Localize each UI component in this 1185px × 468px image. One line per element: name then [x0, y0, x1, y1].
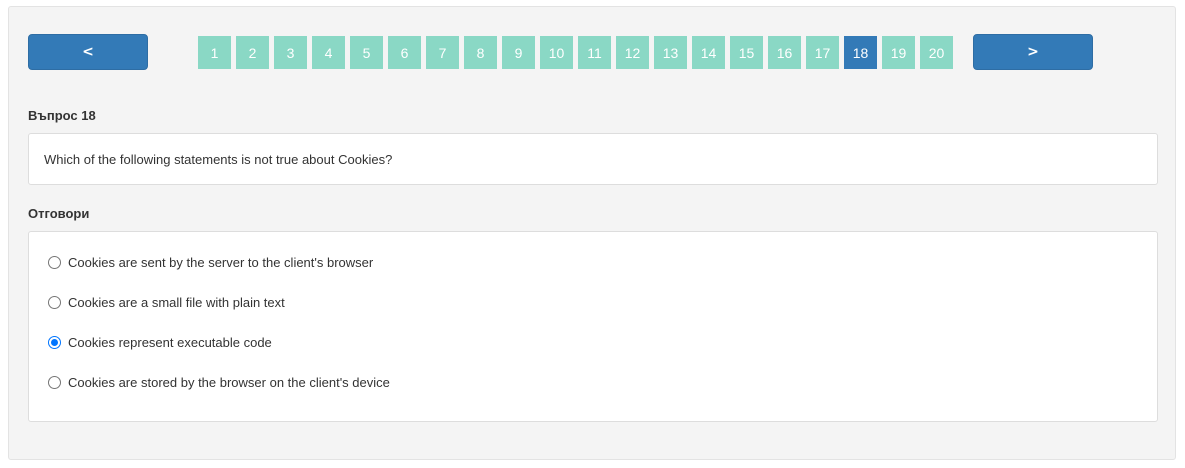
quiz-panel: < 1 2 3 4 5 6 7 8 9 10 11 12 13 14 15 16 17 18 19 20 > Въпр… — [8, 6, 1176, 460]
previous-question-button[interactable]: < — [28, 34, 148, 70]
page-button[interactable]: 14 — [692, 36, 725, 69]
page-button[interactable]: 17 — [806, 36, 839, 69]
radio-button[interactable] — [48, 255, 61, 269]
answer-label: Cookies are stored by the browser on the… — [68, 374, 390, 390]
page-button[interactable]: 8 — [464, 36, 497, 69]
page-button[interactable]: 19 — [882, 36, 915, 69]
question-text: Which of the following statements is not… — [44, 151, 393, 167]
page-button[interactable]: 12 — [616, 36, 649, 69]
answer-option[interactable]: Cookies are sent by the server to the cl… — [29, 251, 1157, 273]
page-button[interactable]: 1 — [198, 36, 231, 69]
answer-label: Cookies are sent by the server to the cl… — [68, 254, 374, 270]
question-card: Which of the following statements is not… — [28, 133, 1158, 185]
page-selector: 1 2 3 4 5 6 7 8 9 10 11 12 13 14 15 16 17 18 19 20 — [198, 36, 953, 69]
question-heading: Въпрос 18 — [28, 108, 96, 123]
page-button[interactable]: 11 — [578, 36, 611, 69]
page-button[interactable]: 3 — [274, 36, 307, 69]
answers-card: Cookies are sent by the server to the cl… — [28, 231, 1158, 422]
page-button[interactable]: 13 — [654, 36, 687, 69]
radio-button[interactable] — [48, 295, 61, 309]
radio-button[interactable] — [48, 375, 61, 389]
radio-selected[interactable] — [48, 335, 61, 349]
page-button[interactable]: 9 — [502, 36, 535, 69]
next-question-button[interactable]: > — [973, 34, 1093, 70]
answers-heading: Отговори — [28, 206, 90, 221]
question-navigation: < 1 2 3 4 5 6 7 8 9 10 11 12 13 14 15 16 17 18 19 20 > — [28, 34, 1094, 71]
page-button[interactable]: 15 — [730, 36, 763, 69]
page-button[interactable]: 5 — [350, 36, 383, 69]
page-button-active[interactable]: 18 — [844, 36, 877, 69]
page-button[interactable]: 16 — [768, 36, 801, 69]
page-button[interactable]: 2 — [236, 36, 269, 69]
page-button[interactable]: 6 — [388, 36, 421, 69]
page-button[interactable]: 10 — [540, 36, 573, 69]
page-button[interactable]: 20 — [920, 36, 953, 69]
page-button[interactable]: 7 — [426, 36, 459, 69]
answer-option[interactable]: Cookies are a small file with plain text — [29, 291, 1157, 313]
answer-label: Cookies represent executable code — [68, 334, 272, 350]
answer-option[interactable]: Cookies are stored by the browser on the… — [29, 371, 1157, 393]
page-button[interactable]: 4 — [312, 36, 345, 69]
answer-label: Cookies are a small file with plain text — [68, 294, 285, 310]
answer-option[interactable]: Cookies represent executable code — [29, 331, 1157, 353]
